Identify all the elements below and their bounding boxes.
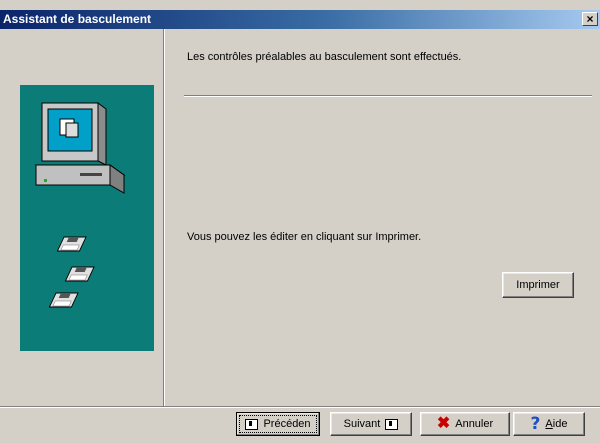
back-page-icon [245, 418, 259, 430]
content-separator [184, 95, 592, 97]
status-message: Les contrôles préalables au basculement … [187, 51, 462, 63]
wizard-content: Les contrôles préalables au basculement … [184, 29, 592, 407]
cancel-label: Annuler [455, 418, 494, 430]
print-button[interactable]: Imprimer [502, 272, 574, 298]
print-button-label: Imprimer [516, 279, 560, 291]
forward-page-icon [385, 418, 399, 430]
title-bar[interactable]: Assistant de basculement × [0, 10, 600, 29]
question-mark-icon: ? [530, 414, 541, 434]
next-label: Suivant [343, 418, 381, 430]
help-label: Aide [545, 418, 568, 430]
help-button[interactable]: ? Aide [513, 412, 585, 436]
red-x-icon: ✖ [436, 415, 451, 432]
computer-diskettes-icon [34, 102, 126, 308]
previous-button[interactable]: Précéden [236, 412, 320, 436]
wizard-illustration [20, 85, 154, 351]
wizard-side-panel [0, 29, 165, 407]
footer-separator [0, 406, 600, 408]
previous-label: Précéden [263, 418, 311, 430]
wizard-nav-buttons: Précéden Suivant ✖ Annuler ? Aide [0, 412, 600, 438]
wizard-window: Assistant de basculement × Les contrôles… [0, 0, 600, 443]
print-instructions: Vous pouvez les éditer en cliquant sur I… [187, 231, 422, 243]
cancel-button[interactable]: ✖ Annuler [420, 412, 510, 436]
close-button[interactable]: × [582, 12, 598, 26]
next-button[interactable]: Suivant [330, 412, 412, 436]
window-title: Assistant de basculement [3, 12, 152, 26]
